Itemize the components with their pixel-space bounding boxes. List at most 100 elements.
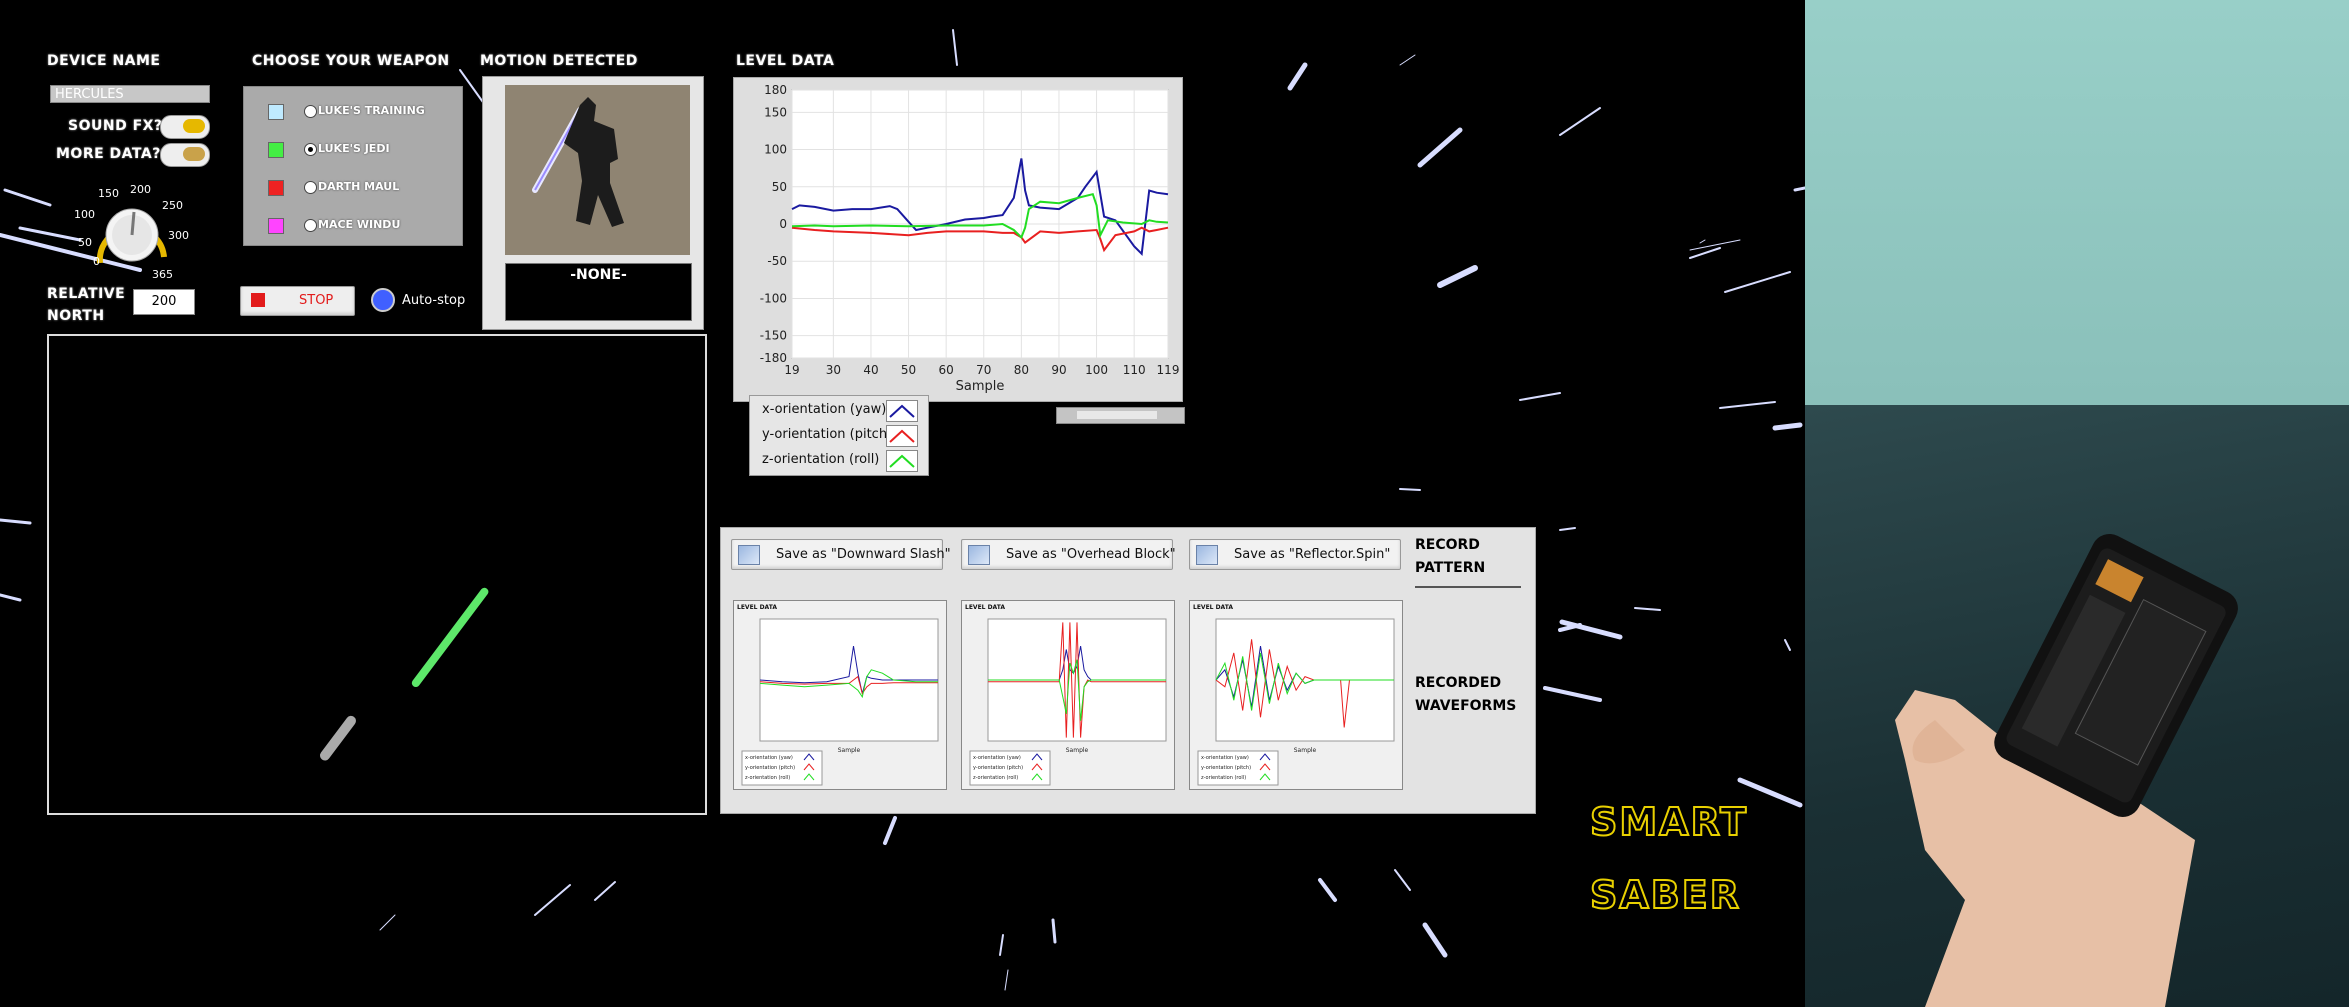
relative-north-label: RELATIVE NORTH [47,286,126,324]
weapon-radio[interactable] [304,219,317,232]
recorded-waveforms-label: RECORDED WAVEFORMS [1415,675,1517,714]
more-data-toggle[interactable] [160,143,210,167]
motion-detected-label: MOTION DETECTED [480,53,638,69]
lightsaber-icon [319,587,489,761]
weapon-color-swatch [268,218,284,234]
weapon-radio[interactable] [304,143,317,156]
knob-tick-label: 250 [162,199,183,212]
knob-tick-label: 365 [152,268,173,281]
legend-item: z-orientation (roll) [762,452,879,467]
stop-button[interactable]: STOP [240,286,355,316]
mini-legend-label: y-orientation (pitch) [745,765,795,771]
mini-legend-label: x-orientation (yaw) [973,755,1021,761]
scrollbar-thumb[interactable] [1077,411,1157,419]
mini-legend-label: x-orientation (yaw) [1201,755,1249,761]
y-tick-label: 150 [764,105,787,119]
legend-item: x-orientation (yaw) [762,402,886,417]
recorded-waveform-chart: LEVEL DATA Sample x-orientation (yaw) y-ori… [737,604,939,786]
mini-chart-title: LEVEL DATA [1193,604,1233,611]
y-tick-label: 180 [764,83,787,97]
save-pattern-button-label: Save as "Overhead Block" [1006,547,1176,562]
stop-button-label: STOP [299,293,334,308]
phone-photo [1805,0,2349,1007]
jedi-silhouette-icon [532,97,624,227]
relative-north-knob[interactable]: 0 50 100 150 200 250 300 365 [60,180,200,285]
auto-stop-label: Auto-stop [402,293,466,308]
weapon-option[interactable]: MACE WINDU [268,217,458,237]
title-saber: SABER [1589,872,1741,918]
knob-tick-label: 100 [74,208,95,221]
x-tick-label: 50 [901,363,916,377]
knob-pointer [130,211,136,236]
y-tick-label: 0 [779,217,787,231]
mini-legend-label: z-orientation (roll) [745,775,790,781]
mini-legend-label: z-orientation (roll) [1201,775,1246,781]
divider [1415,586,1521,588]
toggle-knob [183,147,205,161]
recorded-waveform-chart: LEVEL DATA Sample x-orientation (yaw) y-ori… [1193,604,1395,786]
x-tick-label: 80 [1014,363,1029,377]
save-pattern-button-label: Save as "Downward Slash" [776,547,951,562]
x-axis-label: Sample [838,747,861,754]
y-tick-label: -50 [767,254,787,268]
save-pattern-button[interactable]: Save as "Downward Slash" [731,539,951,570]
toggle-knob [183,119,205,133]
x-tick-label: 90 [1051,363,1066,377]
sound-fx-toggle[interactable] [160,115,210,139]
recorded-waveform-chart: LEVEL DATA Sample x-orientation (yaw) y-ori… [965,604,1167,786]
weapon-label: LUKE'S TRAINING [318,104,425,117]
x-axis-label: Sample [1294,747,1317,754]
weapon-label: DARTH MAUL [318,180,400,193]
x-tick-label: 60 [939,363,954,377]
recorded-waveform-thumbnail[interactable]: LEVEL DATA Sample x-orientation (yaw) y-ori… [961,600,1175,790]
legend-item: y-orientation (pitch) [762,427,892,442]
x-tick-label: 100 [1085,363,1108,377]
recorded-waveform-thumbnail[interactable]: LEVEL DATA Sample x-orientation (yaw) y-ori… [733,600,947,790]
level-data-label: LEVEL DATA [736,53,835,69]
weapon-label: MACE WINDU [318,218,401,231]
x-tick-label: 40 [863,363,878,377]
legend-swatch [886,450,918,472]
device-name-field[interactable]: HERCULES [50,85,210,103]
recorded-waveform-thumbnail[interactable]: LEVEL DATA Sample x-orientation (yaw) y-ori… [1189,600,1403,790]
x-tick-label: 70 [976,363,991,377]
knob-tick-label: 300 [168,229,189,242]
mini-chart-title: LEVEL DATA [965,604,1005,611]
knob-tick-label: 200 [130,183,151,196]
y-tick-label: -100 [760,291,787,305]
more-data-label: MORE DATA? [56,146,161,162]
mini-legend-label: y-orientation (pitch) [1201,765,1251,771]
saber-3d-view [47,334,707,815]
save-pattern-button[interactable]: Save as "Overhead Block" [961,539,1176,570]
y-tick-label: -150 [760,329,787,343]
x-axis-label: Sample [956,379,1005,394]
weapon-color-swatch [268,142,284,158]
x-axis-label: Sample [1066,747,1089,754]
chart-scrollbar[interactable] [1056,407,1185,424]
weapon-color-swatch [268,180,284,196]
auto-stop-indicator[interactable] [371,288,395,312]
level-data-chart: 180 150 100 50 0 -50 -100 -150 -18019 30 40 50 60 70 8… [760,83,1180,394]
weapon-color-swatch [268,104,284,120]
mini-legend-label: z-orientation (roll) [973,775,1018,781]
x-tick-label: 119 [1157,363,1180,377]
record-pattern-panel: Save as "Downward Slash" Save as "Overhea… [720,527,1536,814]
chart-legend: x-orientation (yaw) y-orientation (pitch)… [749,395,929,476]
title-smart: SMART [1589,799,1749,845]
motion-panel: -NONE- [482,76,704,330]
weapon-radio[interactable] [304,181,317,194]
relative-north-input[interactable]: 200 [133,289,195,315]
y-tick-label: -180 [760,351,787,365]
record-pattern-label: RECORD PATTERN [1415,537,1486,576]
legend-swatch [886,425,918,447]
weapon-radio[interactable] [304,105,317,118]
weapon-option[interactable]: DARTH MAUL [268,179,458,199]
device-name-label: DEVICE NAME [47,53,161,69]
save-icon [1196,545,1218,565]
save-pattern-button[interactable]: Save as "Reflector.Spin" [1189,539,1401,570]
knob-tick-label: 0 [93,255,100,268]
weapon-option[interactable]: LUKE'S JEDI [268,141,458,161]
y-tick-label: 50 [772,180,787,194]
legend-item-label: x-orientation (yaw) [762,402,887,417]
weapon-option[interactable]: LUKE'S TRAINING [268,103,458,123]
